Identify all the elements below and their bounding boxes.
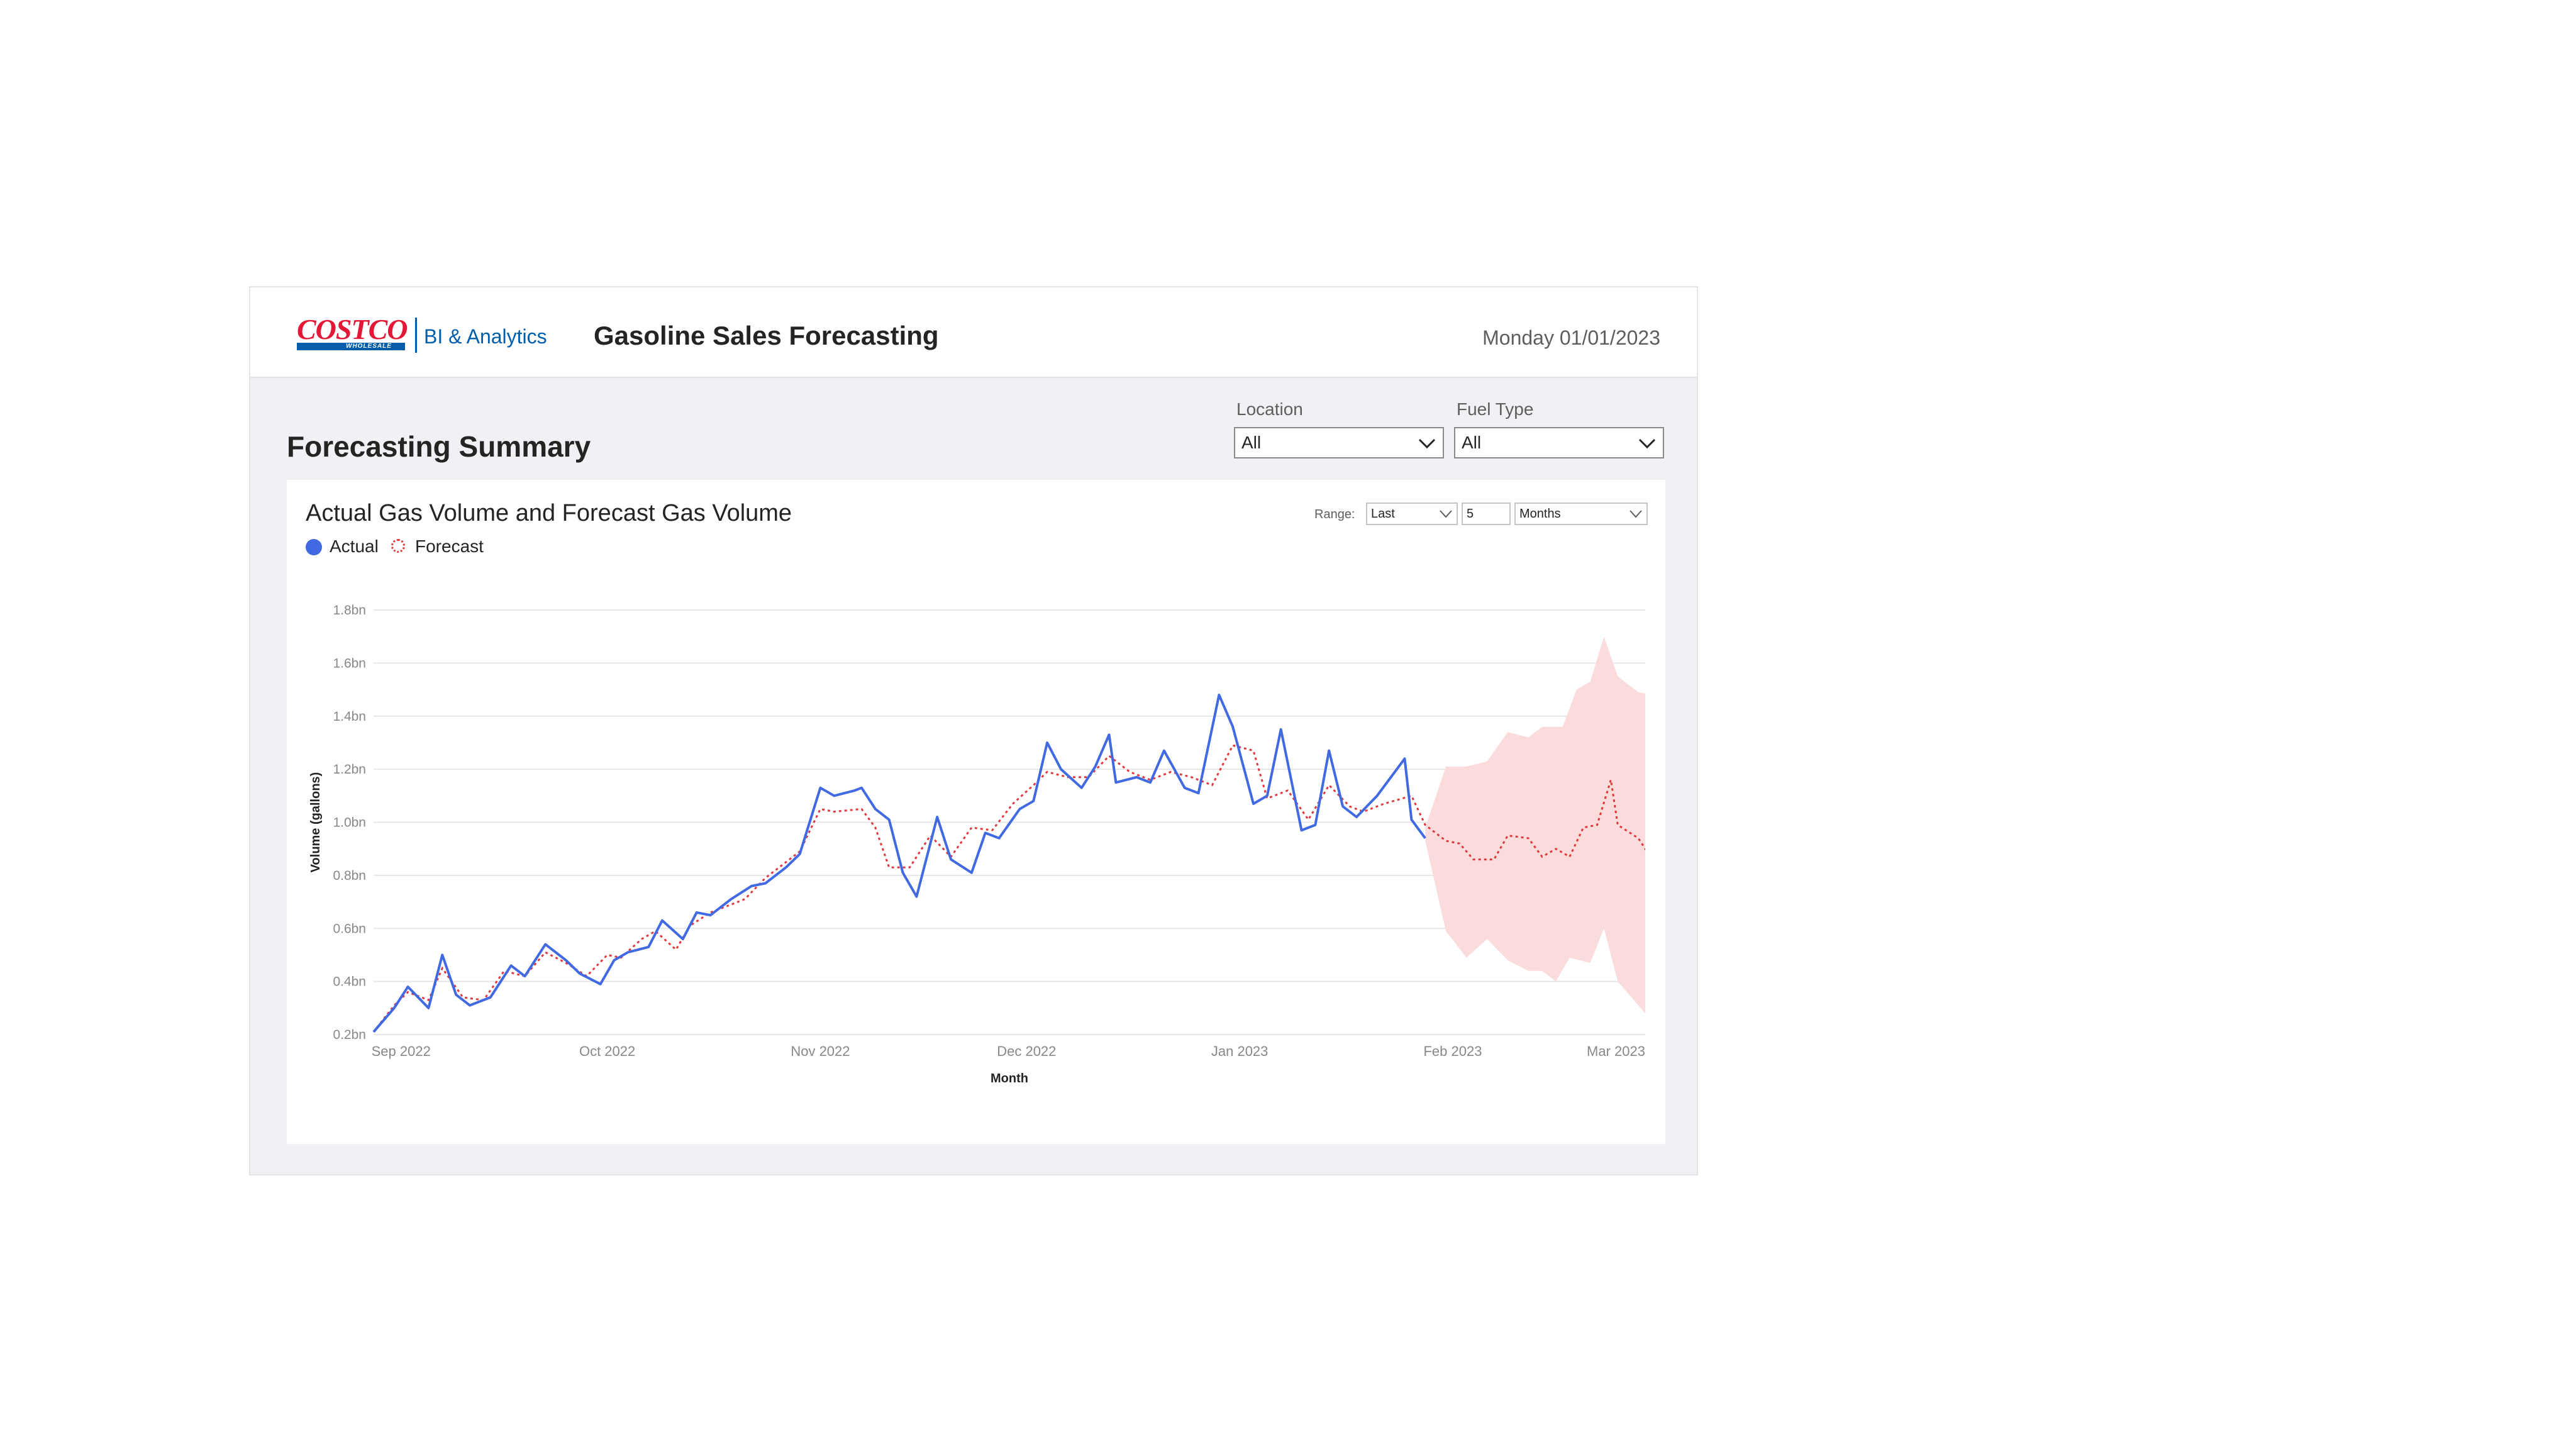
y-tick-label: 0.8bn: [333, 869, 366, 883]
x-axis-title: Month: [991, 1072, 1028, 1085]
logo-wordmark: COSTCO: [297, 313, 408, 345]
x-tick-label: Oct 2022: [579, 1043, 635, 1059]
fuel-type-dropdown-value: All: [1462, 433, 1482, 452]
chart-card: Actual Gas Volume and Forecast Gas Volum…: [287, 480, 1665, 1144]
location-dropdown[interactable]: All: [1234, 427, 1444, 458]
x-tick-label: Sep 2022: [372, 1043, 431, 1059]
page-title: Forecasting Summary: [287, 430, 591, 463]
y-tick-label: 0.6bn: [333, 921, 366, 936]
x-tick-label: Dec 2022: [997, 1043, 1056, 1059]
location-filter-label: Location: [1236, 399, 1303, 419]
x-tick-label: Feb 2023: [1423, 1043, 1482, 1059]
y-tick-label: 1.0bn: [333, 816, 366, 830]
y-tick-label: 1.8bn: [333, 603, 366, 618]
y-axis-title: Volume (gallons): [309, 772, 323, 873]
logo-subtext: WHOLESALE: [346, 343, 392, 350]
y-tick-label: 1.4bn: [333, 709, 366, 724]
logo-divider: [415, 318, 417, 353]
report-window: COSTCO WHOLESALE BI & Analytics Gasoline…: [249, 286, 1698, 1175]
x-tick-label: Nov 2022: [791, 1043, 850, 1059]
forecast-confidence-band: [1425, 636, 1645, 1014]
chevron-down-icon: [1638, 438, 1656, 449]
costco-logo: COSTCO WHOLESALE: [297, 315, 408, 352]
top-bar: COSTCO WHOLESALE BI & Analytics Gasoline…: [250, 287, 1697, 378]
volume-line-chart: 0.2bn 0.4bn 0.6bn 0.8bn 1.0bn 1.2bn 1.4bn 1.6bn…: [309, 603, 1645, 1085]
y-tick-label: 0.4bn: [333, 975, 366, 989]
product-label: BI & Analytics: [424, 325, 547, 348]
x-tick-label: Jan 2023: [1211, 1043, 1269, 1059]
fuel-type-filter-label: Fuel Type: [1457, 399, 1534, 419]
chevron-down-icon: [1418, 438, 1436, 449]
report-date: Monday 01/01/2023: [1482, 326, 1660, 349]
y-tick-label: 1.6bn: [333, 656, 366, 670]
location-dropdown-value: All: [1241, 433, 1262, 452]
app-title: Gasoline Sales Forecasting: [594, 321, 939, 350]
y-tick-label: 0.2bn: [333, 1028, 366, 1042]
y-tick-label: 1.2bn: [333, 762, 366, 777]
fuel-type-dropdown[interactable]: All: [1454, 427, 1664, 458]
x-tick-label: Mar 2023: [1587, 1043, 1645, 1059]
